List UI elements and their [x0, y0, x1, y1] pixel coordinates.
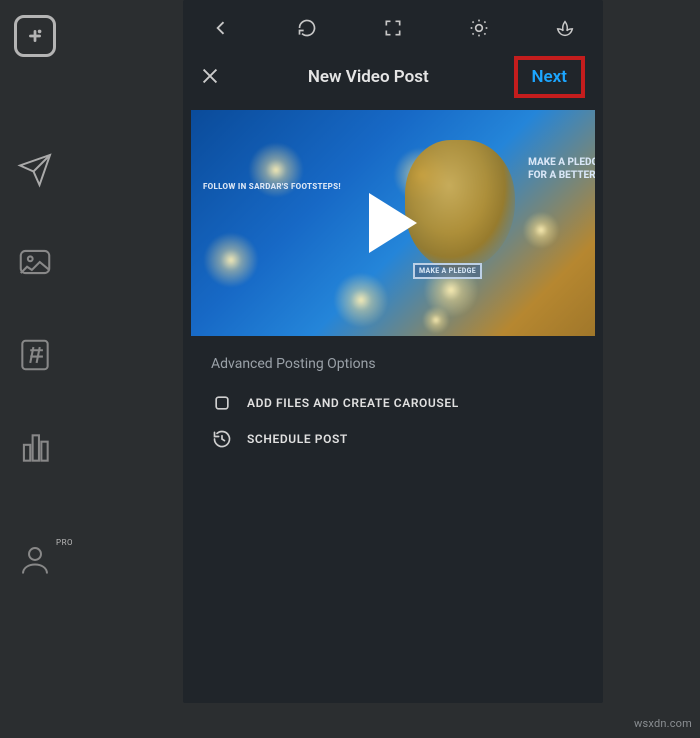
plus-square-icon	[24, 25, 46, 47]
page-title: New Video Post	[308, 67, 429, 87]
add-carousel-option[interactable]: ADD FILES AND CREATE CAROUSEL	[211, 390, 579, 416]
brightness-icon[interactable]	[467, 16, 491, 40]
analytics-icon[interactable]	[16, 429, 54, 467]
editor-header: New Video Post Next	[191, 48, 595, 110]
profile-pro-icon[interactable]: PRO	[17, 542, 53, 578]
video-overlay-portrait	[405, 140, 515, 270]
advanced-options-section: Advanced Posting Options ADD FILES AND C…	[191, 336, 595, 470]
video-overlay-text: FOLLOW IN SARDAR'S FOOTSTEPS!	[203, 182, 341, 191]
advanced-options-title: Advanced Posting Options	[211, 356, 579, 372]
hashtag-calendar-icon[interactable]	[16, 336, 54, 374]
schedule-label: SCHEDULE POST	[247, 432, 348, 446]
image-icon[interactable]	[16, 243, 54, 281]
back-icon[interactable]	[209, 16, 233, 40]
video-overlay-sparkle	[521, 210, 561, 250]
fullscreen-icon[interactable]	[381, 16, 405, 40]
watermark-text: wsxdn.com	[634, 717, 692, 730]
video-preview[interactable]: FOLLOW IN SARDAR'S FOOTSTEPS! MAKE A PLE…	[191, 110, 595, 336]
editor-top-toolbar	[191, 8, 595, 48]
video-overlay-sparkle	[246, 140, 306, 200]
app-sidebar: PRO	[0, 0, 70, 738]
refresh-icon[interactable]	[295, 16, 319, 40]
video-overlay-button: MAKE A PLEDGE	[413, 263, 482, 279]
schedule-icon	[211, 428, 233, 450]
create-post-button[interactable]	[14, 15, 56, 57]
post-editor-panel: New Video Post Next FOLLOW IN SARDAR'S F…	[183, 0, 603, 703]
play-icon[interactable]	[369, 193, 417, 253]
video-overlay-text: MAKE A PLEDGFOR A BETTER I	[528, 156, 595, 182]
send-icon[interactable]	[17, 152, 53, 188]
video-overlay-sparkle	[421, 305, 451, 335]
add-carousel-label: ADD FILES AND CREATE CAROUSEL	[247, 396, 459, 410]
video-overlay-sparkle	[331, 270, 391, 330]
pro-badge-label: PRO	[56, 538, 73, 547]
next-button[interactable]: Next	[532, 67, 568, 87]
lotus-icon[interactable]	[553, 16, 577, 40]
schedule-option[interactable]: SCHEDULE POST	[211, 426, 579, 452]
next-button-highlight: Next	[514, 56, 586, 98]
carousel-icon	[211, 392, 233, 414]
video-overlay-sparkle	[201, 230, 261, 290]
close-button[interactable]	[199, 65, 223, 89]
